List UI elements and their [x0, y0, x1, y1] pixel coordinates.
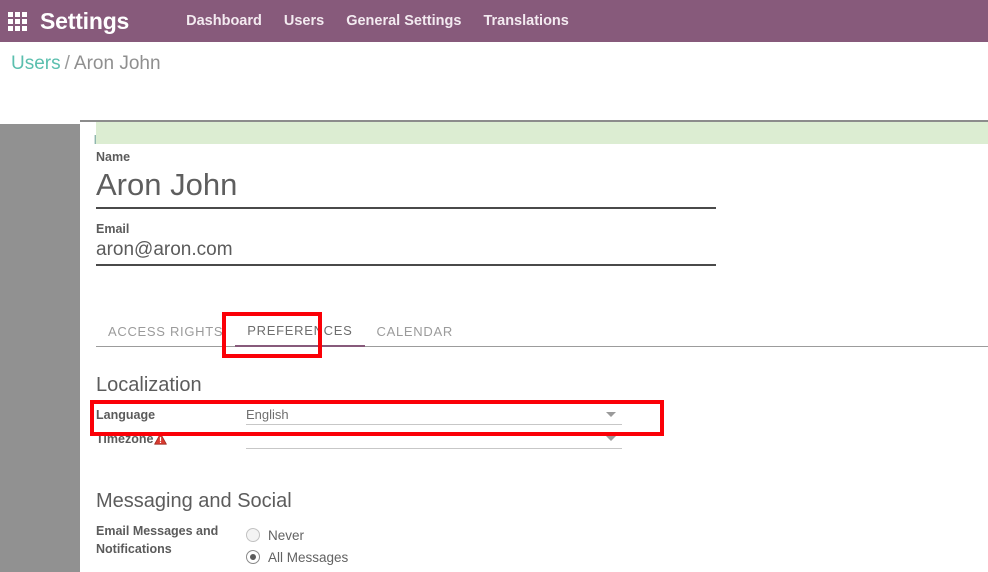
chevron-down-icon[interactable] [606, 436, 616, 441]
email-notifications-radio-group: Never All Messages [246, 522, 348, 568]
timezone-field-label: Timezone [96, 430, 246, 450]
timezone-select[interactable] [246, 430, 622, 449]
timezone-select-underline [246, 448, 622, 449]
menu-item-translations[interactable]: Translations [472, 0, 579, 42]
name-field-input[interactable]: Aron John [96, 164, 988, 206]
radio-option-never[interactable]: Never [246, 524, 348, 546]
localization-section-title: Localization [96, 374, 202, 397]
timezone-label-text: Timezone [96, 432, 153, 446]
tab-calendar[interactable]: CALENDAR [365, 324, 465, 346]
breadcrumb-separator: / [65, 53, 70, 74]
form-sheet: Name Aron John Email aron@aron.com [96, 150, 988, 266]
radio-icon-selected [246, 550, 260, 564]
language-select[interactable]: English [246, 406, 622, 425]
messaging-section-title: Messaging and Social [96, 490, 292, 513]
language-select-value: English [246, 406, 622, 424]
radio-icon [246, 528, 260, 542]
email-notifications-field-row: Email Messages and Notifications Never A… [96, 522, 616, 568]
email-field-input[interactable]: aron@aron.com [96, 236, 988, 263]
radio-label-all-messages: All Messages [268, 550, 348, 565]
app-title: Settings [40, 8, 129, 35]
warning-triangle-icon [154, 432, 167, 450]
status-banner [96, 122, 988, 144]
menu-item-general-settings[interactable]: General Settings [335, 0, 472, 42]
menu-item-users[interactable]: Users [273, 0, 335, 42]
email-field-label: Email [96, 222, 988, 236]
chevron-down-icon[interactable] [606, 412, 616, 417]
breadcrumb-current-record: Aron John [74, 53, 161, 74]
name-field-label: Name [96, 150, 988, 164]
timezone-select-value [246, 430, 622, 448]
tab-access-rights[interactable]: ACCESS RIGHTS [96, 324, 235, 346]
control-panel: Users/Aron John SAVE DISCARD [0, 42, 988, 120]
top-navbar: Settings Dashboard Users General Setting… [0, 0, 988, 42]
menu-item-dashboard[interactable]: Dashboard [175, 0, 273, 42]
breadcrumb: Users/Aron John [11, 53, 161, 75]
timezone-field-row: Timezone [96, 430, 656, 450]
email-field-underline [96, 264, 716, 266]
email-notifications-label: Email Messages and Notifications [96, 522, 246, 558]
name-field-underline [96, 207, 716, 209]
tab-preferences[interactable]: PREFERENCES [235, 323, 364, 347]
language-field-label: Language [96, 406, 246, 424]
breadcrumb-parent-users[interactable]: Users [11, 53, 61, 74]
radio-label-never: Never [268, 528, 304, 543]
apps-grid-icon[interactable] [0, 12, 34, 31]
notebook-tabs: ACCESS RIGHTS PREFERENCES CALENDAR [96, 318, 988, 347]
language-select-underline [246, 424, 622, 425]
radio-option-all-messages[interactable]: All Messages [246, 546, 348, 568]
left-gutter [0, 124, 80, 572]
language-field-row: Language English [96, 406, 656, 425]
